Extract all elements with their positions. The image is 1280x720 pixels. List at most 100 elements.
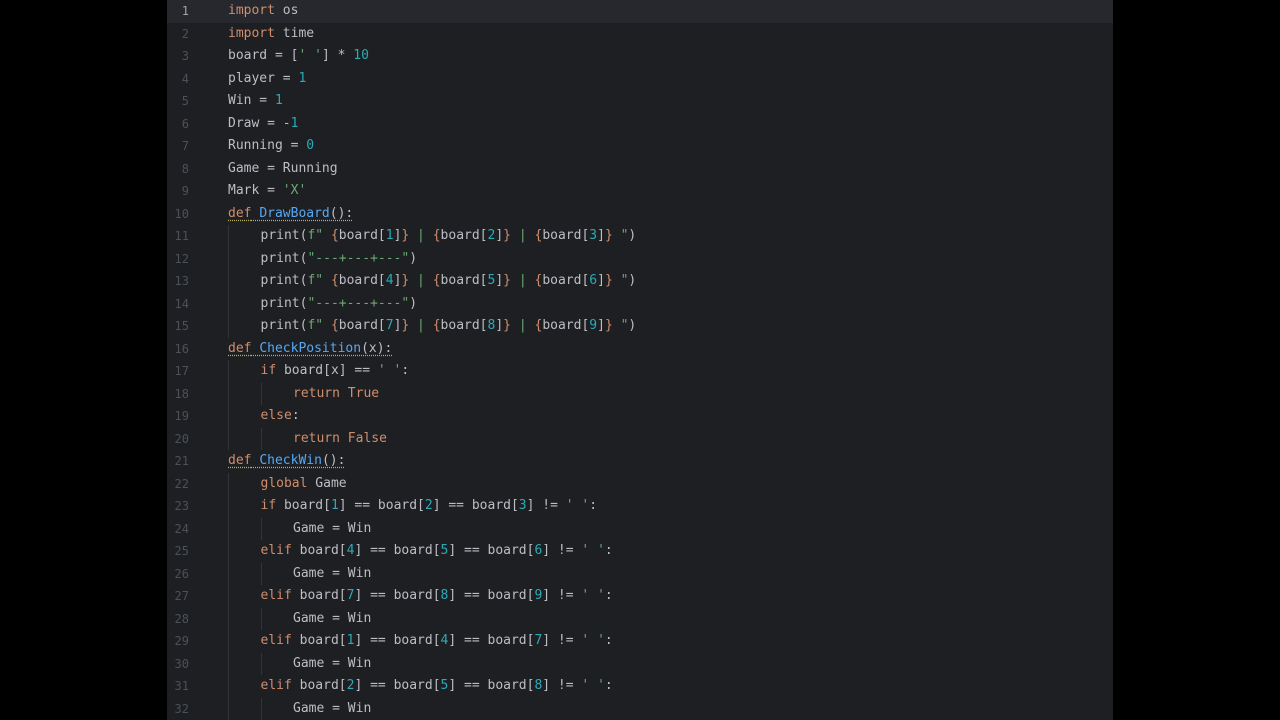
code-token: : bbox=[401, 363, 410, 378]
code-line[interactable]: 17 if board[x] == ' ': bbox=[167, 360, 1113, 383]
code-line[interactable]: 7 Running = 0 bbox=[167, 135, 1113, 158]
line-number: 14 bbox=[174, 296, 189, 311]
code-line[interactable]: 29 elif board[1] == board[4] == board[7] … bbox=[167, 630, 1113, 653]
indent-guide bbox=[228, 607, 229, 630]
code-token: 'X' bbox=[282, 183, 307, 198]
code-token: " bbox=[612, 273, 629, 288]
code-line[interactable]: 6 Draw = -1 bbox=[167, 113, 1113, 136]
code-token: (x): bbox=[361, 340, 393, 356]
code-token: def bbox=[228, 205, 252, 221]
code-token: ] bbox=[597, 228, 605, 243]
code-token: ) bbox=[409, 295, 418, 311]
code-text: Mark = 'X' bbox=[228, 180, 306, 203]
code-token: : bbox=[604, 543, 613, 558]
code-token: 4 bbox=[385, 273, 394, 288]
code-token: : bbox=[604, 588, 613, 603]
code-token: 6 bbox=[589, 273, 598, 288]
code-token: 7 bbox=[385, 318, 394, 333]
code-token: f" bbox=[307, 318, 331, 333]
code-line[interactable]: 22 global Game bbox=[167, 472, 1113, 495]
code-line[interactable]: 16 def CheckPosition(x): bbox=[167, 338, 1113, 361]
code-token: ] == board[ bbox=[432, 498, 519, 513]
code-token: CheckPosition bbox=[259, 340, 362, 356]
indent-guide bbox=[260, 652, 262, 675]
code-line[interactable]: 14 print("---+---+---") bbox=[167, 292, 1113, 315]
code-line[interactable]: 11 print(f" {board[1]} | {board[2]} | {bo… bbox=[167, 225, 1113, 248]
code-token: ] bbox=[597, 318, 605, 333]
code-line[interactable]: 15 print(f" {board[7]} | {board[8]} | {bo… bbox=[167, 315, 1113, 338]
code-line[interactable]: 18 return True bbox=[167, 382, 1113, 406]
line-number: 13 bbox=[174, 274, 189, 288]
indent-guide bbox=[228, 630, 229, 653]
code-token: ) bbox=[628, 228, 637, 243]
code-line[interactable]: 8 Game = Running bbox=[167, 158, 1113, 181]
code-line[interactable]: 24 Game = Win bbox=[167, 517, 1113, 540]
line-number: 18 bbox=[174, 386, 189, 401]
code-token: global bbox=[260, 475, 308, 491]
code-line[interactable]: 3 board = [' '] * 10 bbox=[167, 45, 1113, 68]
code-token: ) bbox=[628, 318, 637, 333]
code-token: } bbox=[604, 228, 613, 243]
code-line[interactable]: 5 Win = 1 bbox=[167, 90, 1113, 113]
code-text: board = [' '] * 10 bbox=[228, 45, 369, 68]
code-line[interactable]: 28 Game = Win bbox=[167, 607, 1113, 630]
code-line[interactable]: 4 player = 1 bbox=[167, 68, 1113, 91]
code-token: elif bbox=[260, 678, 292, 693]
code-token: board = [ bbox=[228, 48, 299, 63]
code-token: 3 bbox=[518, 498, 527, 513]
code-line[interactable]: 27 elif board[7] == board[8] == board[9] … bbox=[167, 585, 1113, 608]
code-token: import bbox=[228, 3, 275, 18]
code-token: Running = bbox=[228, 138, 307, 153]
indent-guide bbox=[228, 427, 229, 450]
code-token: { bbox=[330, 273, 339, 288]
line-number: 19 bbox=[174, 409, 189, 423]
code-token: print( bbox=[260, 273, 308, 288]
code-token: import bbox=[228, 25, 275, 41]
code-line[interactable]: 26 Game = Win bbox=[167, 562, 1113, 585]
code-token: 3 bbox=[589, 228, 598, 243]
code-line[interactable]: 2 import time bbox=[167, 23, 1113, 46]
code-token: ' ' bbox=[581, 588, 605, 603]
code-line[interactable]: 30 Game = Win bbox=[167, 652, 1113, 675]
code-text: import time bbox=[228, 23, 314, 46]
code-token: : bbox=[291, 408, 300, 423]
line-number: 22 bbox=[174, 476, 189, 491]
code-token: f" bbox=[307, 273, 331, 288]
code-line[interactable]: 12 print("---+---+---") bbox=[167, 247, 1113, 270]
code-line[interactable]: 23 if board[1] == board[2] == board[3] !=… bbox=[167, 495, 1113, 518]
code-token: if bbox=[260, 498, 277, 513]
code-token: ] != bbox=[542, 678, 582, 693]
code-line[interactable]: 9 Mark = 'X' bbox=[167, 180, 1113, 203]
code-token: board[ bbox=[542, 318, 590, 333]
code-line[interactable]: 10 def DrawBoard(): bbox=[167, 203, 1113, 226]
code-line[interactable]: 25 elif board[4] == board[5] == board[6] … bbox=[167, 540, 1113, 563]
code-token: Game bbox=[307, 475, 347, 491]
code-token: def bbox=[228, 340, 252, 356]
code-line[interactable]: 19 else: bbox=[167, 405, 1113, 428]
code-text: return True bbox=[293, 383, 379, 406]
code-token: os bbox=[274, 3, 299, 18]
line-number: 31 bbox=[174, 679, 189, 693]
code-line[interactable]: 1 import os bbox=[167, 0, 1113, 23]
code-token: Draw = - bbox=[228, 115, 291, 131]
code-token: board[ bbox=[440, 273, 488, 288]
code-token: Game = Win bbox=[293, 700, 372, 716]
line-number: 27 bbox=[174, 589, 189, 603]
indent-guide bbox=[260, 427, 262, 450]
code-text: elif board[4] == board[5] == board[6] !=… bbox=[261, 540, 613, 563]
code-token: ' ' bbox=[377, 363, 402, 378]
code-line[interactable]: 13 print(f" {board[4]} | {board[5]} | {bo… bbox=[167, 270, 1113, 293]
line-number: 32 bbox=[174, 701, 189, 716]
indent-guide bbox=[228, 540, 229, 563]
code-line[interactable]: 32 Game = Win bbox=[167, 697, 1113, 720]
code-editor[interactable]: 1 import os 2 import time 3 board = [' '] * 1… bbox=[167, 0, 1113, 720]
line-number: 8 bbox=[181, 161, 189, 176]
code-line[interactable]: 21 def CheckWin(): bbox=[167, 450, 1113, 473]
code-text: elif board[1] == board[4] == board[7] !=… bbox=[261, 630, 613, 653]
code-token: board[ bbox=[291, 678, 347, 693]
code-line[interactable]: 31 elif board[2] == board[5] == board[8] … bbox=[167, 675, 1113, 698]
indent-guide bbox=[260, 382, 262, 405]
line-number: 23 bbox=[174, 499, 189, 513]
code-line[interactable]: 20 return False bbox=[167, 427, 1113, 450]
